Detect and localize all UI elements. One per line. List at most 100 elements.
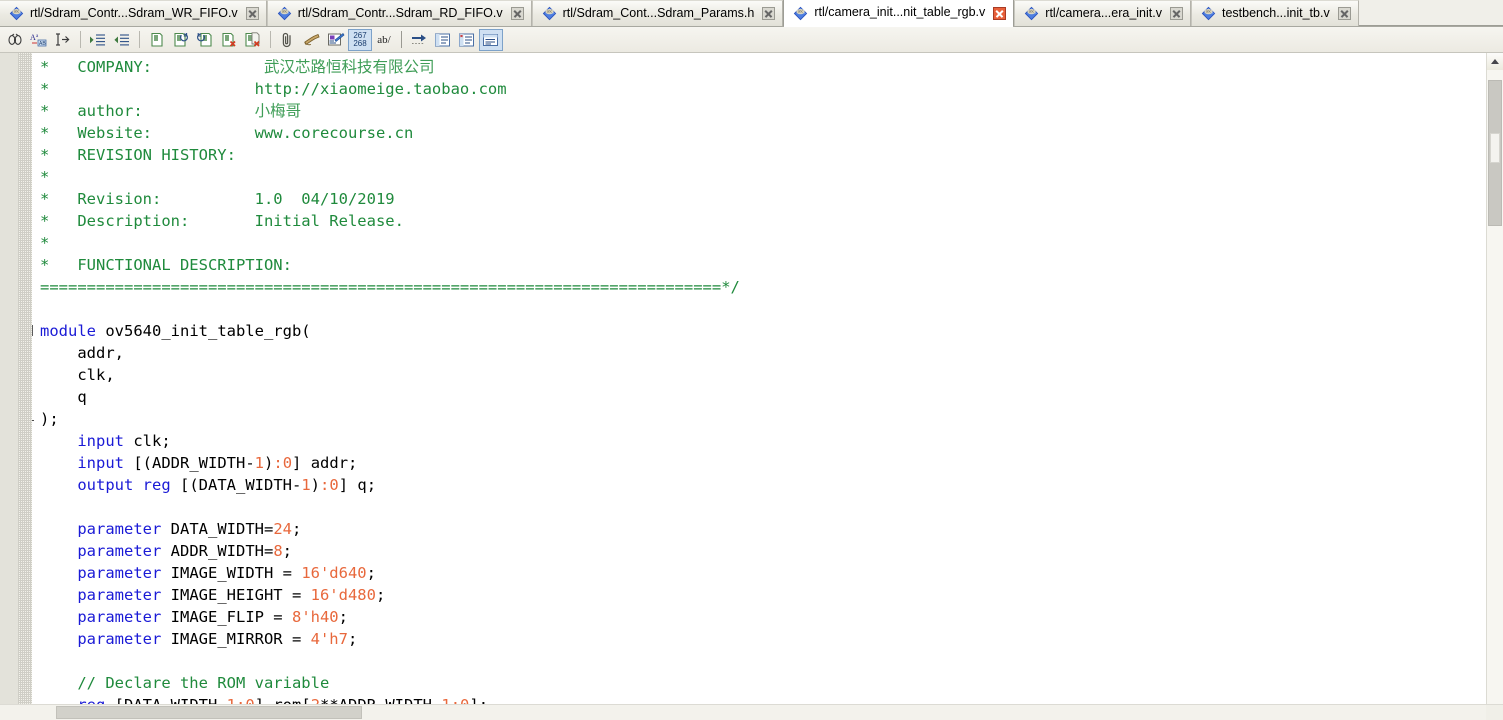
tab-close-icon[interactable] [1337, 7, 1351, 20]
reload-file-icon[interactable] [169, 29, 193, 51]
vertical-scroll-thumb-highlight[interactable] [1490, 133, 1500, 163]
code-token: * http://xiaomeige.taobao.com [40, 80, 507, 98]
find-replace-icon[interactable]: Aa AB [27, 29, 51, 51]
code-token: IMAGE_HEIGHT = [161, 586, 311, 604]
code-token: reg [142, 476, 171, 494]
selection-margin[interactable] [0, 53, 18, 704]
find-icon[interactable] [3, 29, 27, 51]
attach-icon[interactable] [276, 29, 300, 51]
code-content[interactable]: * COMPANY: 武汉芯路恒科技有限公司 * http://xiaomeige… [32, 53, 1486, 704]
fold-collapse-icon[interactable] [32, 325, 33, 336]
code-token: [(DATA_WIDTH- [170, 476, 302, 494]
tab-1[interactable]: abc rtl/Sdram_Contr...Sdram_RD_FIFO.v [266, 0, 532, 26]
show-indent-guide-icon[interactable] [455, 29, 479, 51]
show-whitespace-icon[interactable] [431, 29, 455, 51]
code-token: ; [366, 564, 376, 582]
code-token: 16'd640 [301, 564, 367, 582]
fold-margin[interactable] [18, 53, 32, 704]
code-token: // Declare the ROM variable [77, 674, 330, 692]
code-token: ========================================… [40, 278, 740, 296]
verilog-file-icon: abc [793, 6, 808, 21]
code-token: 16'd480 [310, 586, 376, 604]
vertical-scroll-thumb[interactable] [1488, 80, 1502, 226]
svg-text:abc: abc [14, 10, 20, 14]
code-token: : [236, 696, 245, 704]
goto-next-icon[interactable] [407, 29, 431, 51]
close-all-files-icon[interactable] [241, 29, 265, 51]
code-line: input [(ADDR_WIDTH-1):0] addr; [32, 452, 1486, 474]
code-token: : [273, 454, 283, 472]
verilog-file-icon: abc [1201, 6, 1216, 21]
close-file-icon[interactable] [217, 29, 241, 51]
color-settings-icon[interactable] [324, 29, 348, 51]
code-line: ); [32, 408, 1486, 430]
code-token: output [77, 476, 134, 494]
code-line: parameter IMAGE_FLIP = 8'h40; [32, 606, 1486, 628]
horizontal-scrollbar[interactable] [0, 704, 1503, 720]
toolbar-separator [270, 31, 271, 48]
code-token: * FUNCTIONAL DESCRIPTION: [40, 256, 292, 274]
toolbar-separator [401, 31, 402, 48]
verilog-file-icon: abc [277, 6, 292, 21]
tab-close-icon[interactable] [510, 7, 524, 20]
text-editor[interactable]: * COMPANY: 武汉芯路恒科技有限公司 * http://xiaomeige… [0, 53, 1486, 704]
tab-close-icon[interactable] [993, 6, 1007, 20]
comment-block-icon[interactable] [479, 28, 503, 51]
open-file-icon[interactable] [145, 29, 169, 51]
code-line: parameter IMAGE_HEIGHT = 16'd480; [32, 584, 1486, 606]
tab-close-icon[interactable] [1170, 7, 1183, 20]
tab-5[interactable]: abc testbench...init_tb.v [1191, 0, 1359, 26]
code-line: * Description: Initial Release. [32, 210, 1486, 232]
code-token: parameter [77, 520, 162, 538]
code-token: 1 [227, 696, 236, 704]
code-line: ========================================… [32, 276, 1486, 298]
vertical-scrollbar[interactable] [1486, 53, 1503, 704]
code-token: IMAGE_WIDTH = [161, 564, 302, 582]
code-line: * http://xiaomeige.taobao.com [32, 78, 1486, 100]
code-token: : [320, 476, 330, 494]
word-wrap-icon[interactable]: ab/ [372, 29, 396, 51]
code-line: output reg [(DATA_WIDTH-1):0] q; [32, 474, 1486, 496]
tab-2[interactable]: abc rtl/Sdram_Cont...Sdram_Params.h [531, 0, 784, 26]
code-token: ] rom[ [255, 696, 311, 704]
line-numbers-icon[interactable]: 267 268 [348, 28, 372, 51]
code-token: module [40, 322, 96, 340]
scroll-up-arrow-icon[interactable] [1487, 53, 1503, 70]
scroll-document-icon[interactable] [300, 29, 324, 51]
code-line: reg [DATA_WIDTH-1:0] rom[2**ADDR_WIDTH-1… [32, 694, 1486, 704]
tab-3[interactable]: abc rtl/camera_init...nit_table_rgb.v [783, 0, 1015, 27]
code-token: input [77, 454, 124, 472]
tab-close-icon[interactable] [762, 7, 776, 20]
code-line: * [32, 166, 1486, 188]
tab-close-icon[interactable] [245, 7, 259, 20]
tab-label: rtl/Sdram_Contr...Sdram_RD_FIFO.v [297, 5, 503, 20]
code-token: 2 [311, 696, 320, 704]
code-token: : [451, 696, 460, 704]
code-token: 0 [460, 696, 469, 704]
svg-text:abc: abc [1029, 10, 1035, 14]
code-token: [DATA_WIDTH- [105, 696, 227, 704]
tab-0[interactable]: abc rtl/Sdram_Contr...Sdram_WR_FIFO.v [0, 0, 267, 26]
code-token: 4'h7 [310, 630, 348, 648]
goto-line-icon[interactable] [51, 29, 75, 51]
tab-label: testbench...init_tb.v [1222, 5, 1330, 20]
horizontal-scroll-thumb[interactable] [56, 706, 362, 719]
undo-file-icon[interactable] [193, 29, 217, 51]
code-token: * Website: www.corecourse.cn [40, 124, 414, 142]
svg-text:abc: abc [281, 10, 287, 14]
code-line: * REVISION HISTORY: [32, 144, 1486, 166]
svg-text:abc: abc [1206, 10, 1212, 14]
vertical-scroll-track[interactable] [1487, 70, 1503, 704]
code-token: parameter [77, 564, 162, 582]
toolbar: Aa AB 267 268 ab/ [0, 27, 1503, 53]
decrease-indent-icon[interactable] [110, 29, 134, 51]
code-token: * author: [40, 102, 255, 120]
tab-4[interactable]: abc rtl/camera...era_init.v [1014, 0, 1191, 26]
increase-indent-icon[interactable] [86, 29, 110, 51]
